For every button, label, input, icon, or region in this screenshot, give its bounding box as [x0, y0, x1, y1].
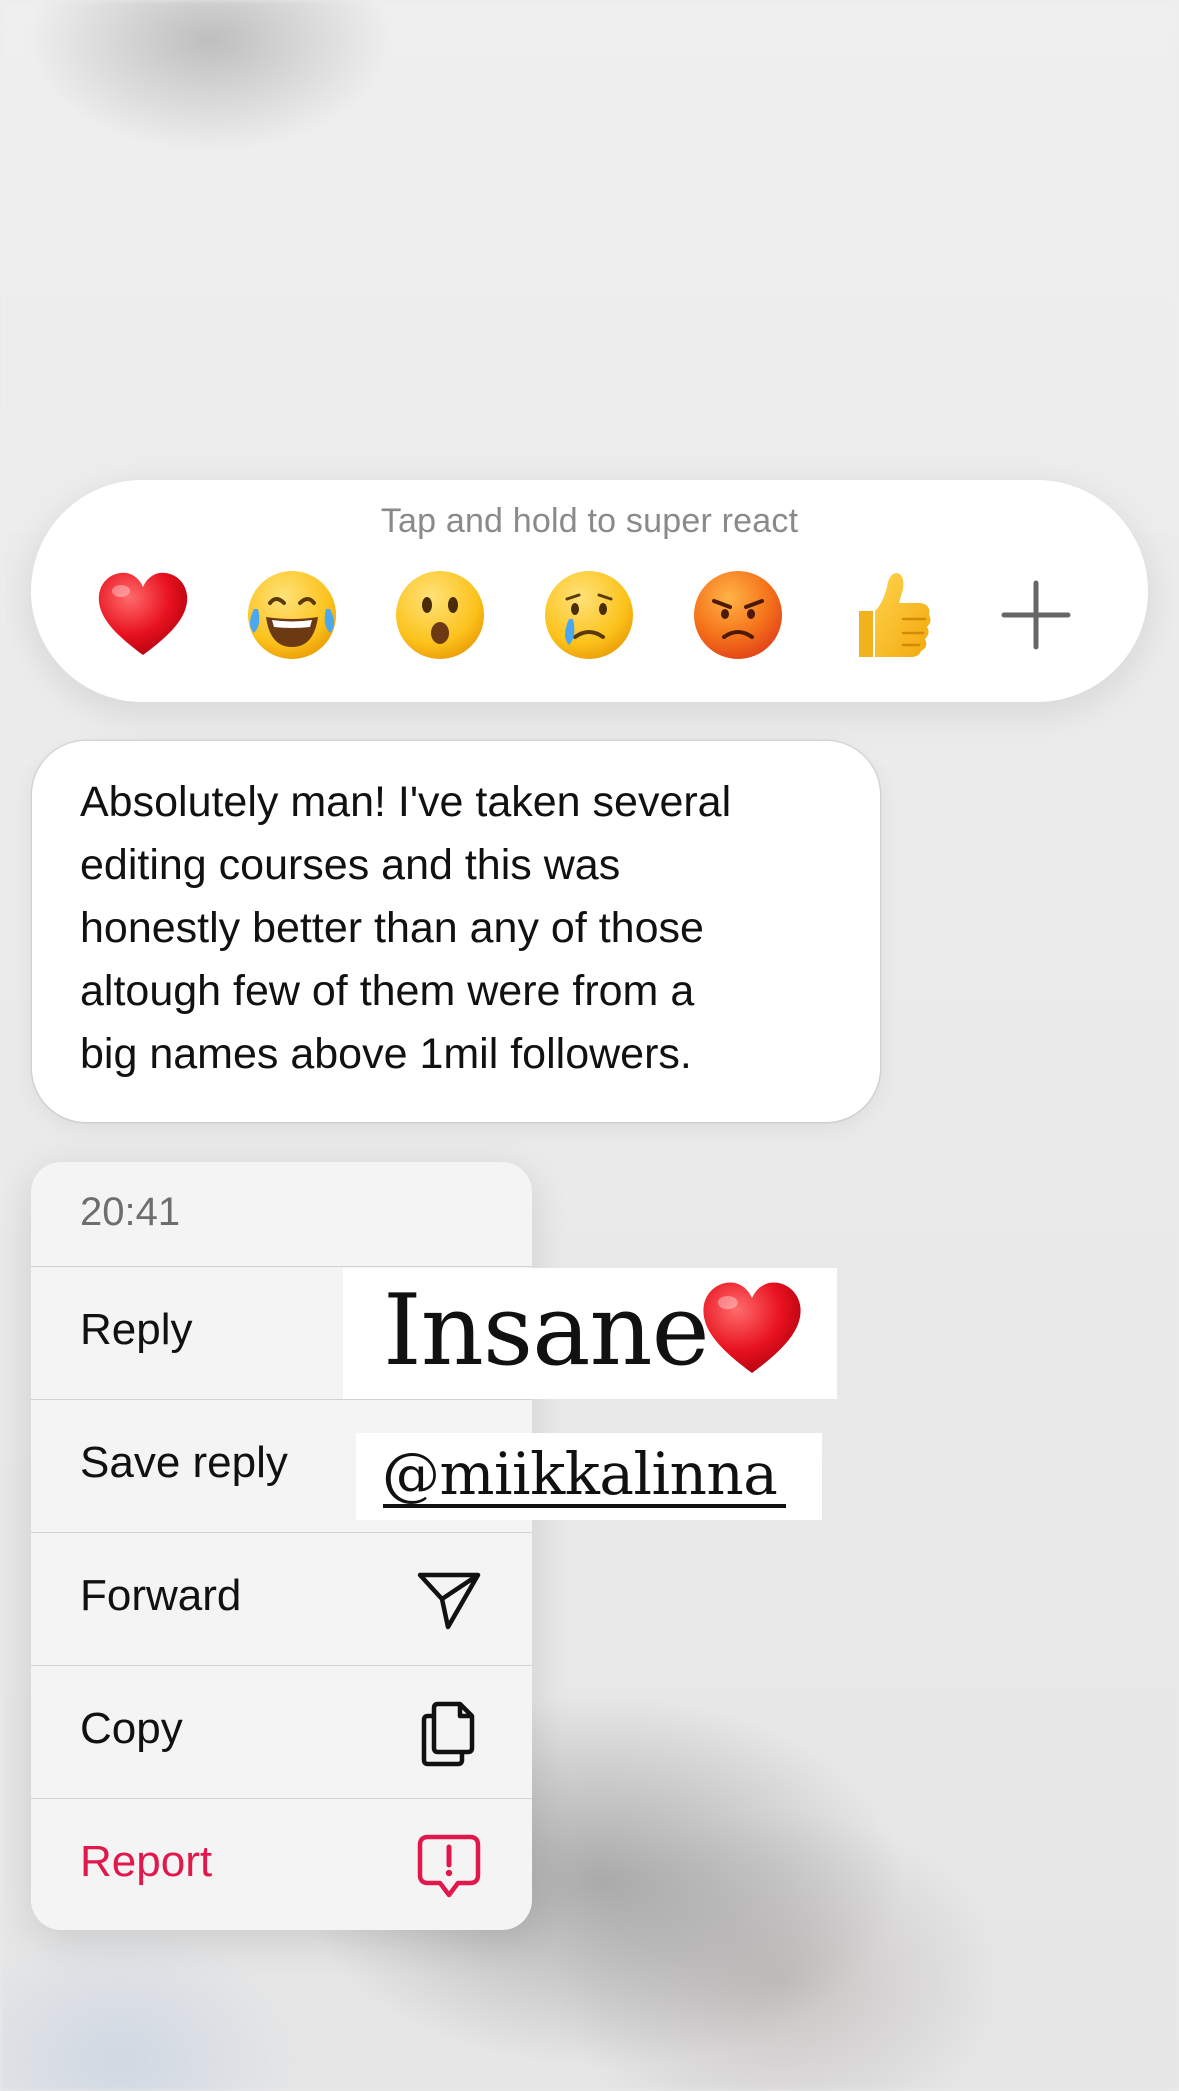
red-heart-emoji[interactable]	[93, 565, 193, 665]
message-line: Absolutely man! I've taken several	[80, 778, 732, 826]
tears-of-joy-emoji[interactable]	[242, 565, 342, 665]
menu-item-report[interactable]: Report	[31, 1798, 532, 1930]
insane-sticker-text: Insane	[383, 1274, 710, 1388]
message-timestamp: 20:41	[80, 1190, 181, 1234]
menu-item-forward[interactable]: Forward	[31, 1532, 532, 1665]
menu-item-label: Forward	[80, 1571, 242, 1620]
super-react-hint: Tap and hold to super react	[380, 502, 799, 540]
message-line: honestly better than any of those	[80, 904, 704, 952]
plus-icon[interactable]	[986, 565, 1086, 665]
thumbs-up-emoji[interactable]	[837, 565, 937, 665]
red-heart-icon	[697, 1274, 807, 1384]
crying-face-emoji[interactable]	[539, 565, 639, 665]
message-line: editing courses and this was	[80, 841, 621, 889]
menu-item-label: Report	[80, 1837, 213, 1886]
mention-sticker[interactable]: @miikkalinna	[356, 1433, 822, 1520]
mention-underline	[383, 1504, 786, 1508]
angry-face-emoji[interactable]	[688, 565, 788, 665]
menu-item-label: Save reply	[80, 1438, 288, 1487]
message-text: Absolutely man! I've taken several editi…	[80, 771, 860, 1086]
menu-item-label: Copy	[80, 1704, 183, 1753]
surprised-face-emoji[interactable]	[390, 565, 490, 665]
menu-item-label: Reply	[80, 1305, 193, 1354]
message-line: altough few of them were from a	[80, 967, 695, 1015]
report-icon	[414, 1831, 484, 1901]
insane-sticker: Insane	[343, 1268, 837, 1399]
menu-item-copy[interactable]: Copy	[31, 1665, 532, 1798]
copy-icon	[414, 1698, 484, 1768]
send-icon	[414, 1565, 484, 1635]
message-line: big names above 1mil followers.	[80, 1030, 692, 1078]
message-bubble[interactable]: Absolutely man! I've taken several editi…	[32, 741, 880, 1122]
mention-sticker-text: @miikkalinna	[382, 1440, 778, 1508]
reaction-bar: Tap and hold to super react	[31, 480, 1148, 702]
